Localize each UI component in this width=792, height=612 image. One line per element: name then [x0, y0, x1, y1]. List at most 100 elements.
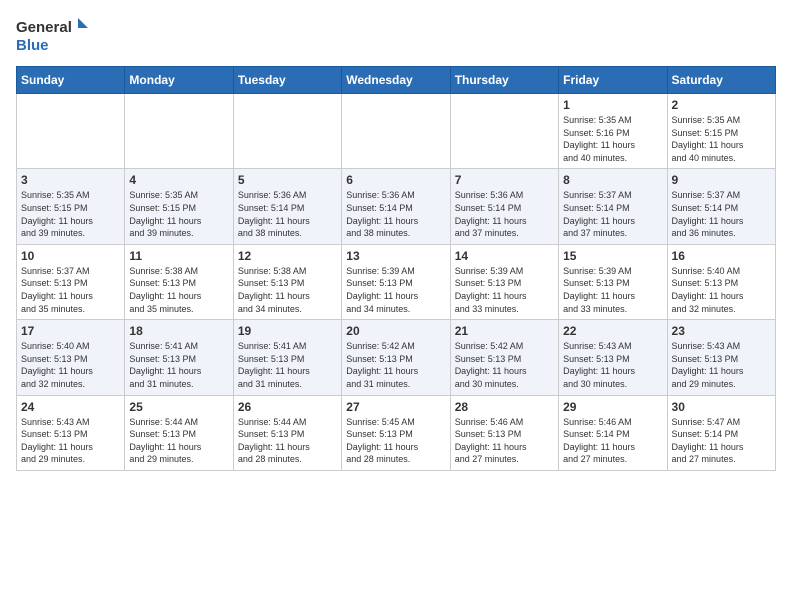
day-info: Sunrise: 5:44 AM Sunset: 5:13 PM Dayligh… — [129, 416, 228, 466]
day-number: 7 — [455, 173, 554, 187]
day-number: 10 — [21, 249, 120, 263]
day-info: Sunrise: 5:39 AM Sunset: 5:13 PM Dayligh… — [346, 265, 445, 315]
day-number: 23 — [672, 324, 771, 338]
day-number: 2 — [672, 98, 771, 112]
day-number: 11 — [129, 249, 228, 263]
day-number: 26 — [238, 400, 337, 414]
calendar-week-row: 17 Sunrise: 5:40 AM Sunset: 5:13 PM Dayli… — [17, 320, 776, 395]
day-number: 6 — [346, 173, 445, 187]
calendar-cell: 19 Sunrise: 5:41 AM Sunset: 5:13 PM Dayli… — [233, 320, 341, 395]
day-number: 22 — [563, 324, 662, 338]
calendar-cell: 26 Sunrise: 5:44 AM Sunset: 5:13 PM Dayli… — [233, 395, 341, 470]
calendar-cell: 14 Sunrise: 5:39 AM Sunset: 5:13 PM Dayli… — [450, 244, 558, 319]
day-number: 30 — [672, 400, 771, 414]
day-info: Sunrise: 5:38 AM Sunset: 5:13 PM Dayligh… — [238, 265, 337, 315]
calendar-cell: 30Sunrise: 5:47 AM Sunset: 5:14 PM Dayli… — [667, 395, 775, 470]
day-info: Sunrise: 5:40 AM Sunset: 5:13 PM Dayligh… — [672, 265, 771, 315]
weekday-header-tuesday: Tuesday — [233, 67, 341, 94]
day-info: Sunrise: 5:36 AM Sunset: 5:14 PM Dayligh… — [238, 189, 337, 239]
calendar-cell: 21Sunrise: 5:42 AM Sunset: 5:13 PM Dayli… — [450, 320, 558, 395]
day-info: Sunrise: 5:37 AM Sunset: 5:14 PM Dayligh… — [672, 189, 771, 239]
calendar-cell: 16 Sunrise: 5:40 AM Sunset: 5:13 PM Dayli… — [667, 244, 775, 319]
day-number: 28 — [455, 400, 554, 414]
calendar-cell: 25 Sunrise: 5:44 AM Sunset: 5:13 PM Dayli… — [125, 395, 233, 470]
day-info: Sunrise: 5:35 AM Sunset: 5:16 PM Dayligh… — [563, 114, 662, 164]
calendar-cell — [125, 94, 233, 169]
calendar-table: SundayMondayTuesdayWednesdayThursdayFrid… — [16, 66, 776, 471]
calendar-cell: 20 Sunrise: 5:42 AM Sunset: 5:13 PM Dayli… — [342, 320, 450, 395]
day-number: 19 — [238, 324, 337, 338]
calendar-cell: 11 Sunrise: 5:38 AM Sunset: 5:13 PM Dayli… — [125, 244, 233, 319]
day-number: 24 — [21, 400, 120, 414]
day-number: 27 — [346, 400, 445, 414]
day-info: Sunrise: 5:42 AM Sunset: 5:13 PM Dayligh… — [455, 340, 554, 390]
weekday-header-saturday: Saturday — [667, 67, 775, 94]
weekday-header-wednesday: Wednesday — [342, 67, 450, 94]
svg-text:Blue: Blue — [16, 37, 49, 54]
calendar-cell: 13 Sunrise: 5:39 AM Sunset: 5:13 PM Dayli… — [342, 244, 450, 319]
calendar-week-row: 10 Sunrise: 5:37 AM Sunset: 5:13 PM Dayli… — [17, 244, 776, 319]
day-info: Sunrise: 5:35 AM Sunset: 5:15 PM Dayligh… — [672, 114, 771, 164]
calendar-cell: 12 Sunrise: 5:38 AM Sunset: 5:13 PM Dayli… — [233, 244, 341, 319]
day-info: Sunrise: 5:42 AM Sunset: 5:13 PM Dayligh… — [346, 340, 445, 390]
day-number: 5 — [238, 173, 337, 187]
calendar-cell: 17 Sunrise: 5:40 AM Sunset: 5:13 PM Dayli… — [17, 320, 125, 395]
calendar-cell: 24 Sunrise: 5:43 AM Sunset: 5:13 PM Dayli… — [17, 395, 125, 470]
calendar-cell — [342, 94, 450, 169]
calendar-week-row: 24 Sunrise: 5:43 AM Sunset: 5:13 PM Dayli… — [17, 395, 776, 470]
day-number: 13 — [346, 249, 445, 263]
day-info: Sunrise: 5:35 AM Sunset: 5:15 PM Dayligh… — [129, 189, 228, 239]
weekday-header-friday: Friday — [559, 67, 667, 94]
day-number: 8 — [563, 173, 662, 187]
calendar-cell: 15Sunrise: 5:39 AM Sunset: 5:13 PM Dayli… — [559, 244, 667, 319]
calendar-cell: 7 Sunrise: 5:36 AM Sunset: 5:14 PM Daylig… — [450, 169, 558, 244]
calendar-cell — [17, 94, 125, 169]
calendar-cell: 27Sunrise: 5:45 AM Sunset: 5:13 PM Dayli… — [342, 395, 450, 470]
calendar-cell: 23 Sunrise: 5:43 AM Sunset: 5:13 PM Dayli… — [667, 320, 775, 395]
calendar-cell: 10 Sunrise: 5:37 AM Sunset: 5:13 PM Dayli… — [17, 244, 125, 319]
day-number: 25 — [129, 400, 228, 414]
day-info: Sunrise: 5:43 AM Sunset: 5:13 PM Dayligh… — [563, 340, 662, 390]
day-info: Sunrise: 5:37 AM Sunset: 5:14 PM Dayligh… — [563, 189, 662, 239]
day-info: Sunrise: 5:40 AM Sunset: 5:13 PM Dayligh… — [21, 340, 120, 390]
calendar-cell: 4 Sunrise: 5:35 AM Sunset: 5:15 PM Daylig… — [125, 169, 233, 244]
calendar-cell: 1 Sunrise: 5:35 AM Sunset: 5:16 PM Daylig… — [559, 94, 667, 169]
day-info: Sunrise: 5:46 AM Sunset: 5:13 PM Dayligh… — [455, 416, 554, 466]
day-number: 1 — [563, 98, 662, 112]
day-info: Sunrise: 5:41 AM Sunset: 5:13 PM Dayligh… — [129, 340, 228, 390]
day-number: 15 — [563, 249, 662, 263]
logo: General Blue — [16, 16, 96, 58]
calendar-cell: 5 Sunrise: 5:36 AM Sunset: 5:14 PM Daylig… — [233, 169, 341, 244]
calendar-cell: 18 Sunrise: 5:41 AM Sunset: 5:13 PM Dayli… — [125, 320, 233, 395]
day-number: 16 — [672, 249, 771, 263]
calendar-week-row: 3 Sunrise: 5:35 AM Sunset: 5:15 PM Daylig… — [17, 169, 776, 244]
calendar-cell: 3Sunrise: 5:35 AM Sunset: 5:15 PM Daylig… — [17, 169, 125, 244]
calendar-cell: 8 Sunrise: 5:37 AM Sunset: 5:14 PM Daylig… — [559, 169, 667, 244]
day-number: 9 — [672, 173, 771, 187]
day-number: 20 — [346, 324, 445, 338]
day-number: 3 — [21, 173, 120, 187]
day-number: 12 — [238, 249, 337, 263]
day-info: Sunrise: 5:41 AM Sunset: 5:13 PM Dayligh… — [238, 340, 337, 390]
day-number: 14 — [455, 249, 554, 263]
day-info: Sunrise: 5:38 AM Sunset: 5:13 PM Dayligh… — [129, 265, 228, 315]
day-number: 18 — [129, 324, 228, 338]
day-info: Sunrise: 5:39 AM Sunset: 5:13 PM Dayligh… — [455, 265, 554, 315]
day-info: Sunrise: 5:44 AM Sunset: 5:13 PM Dayligh… — [238, 416, 337, 466]
weekday-header-row: SundayMondayTuesdayWednesdayThursdayFrid… — [17, 67, 776, 94]
calendar-cell — [450, 94, 558, 169]
day-info: Sunrise: 5:37 AM Sunset: 5:13 PM Dayligh… — [21, 265, 120, 315]
logo-svg: General Blue — [16, 16, 96, 58]
calendar-week-row: 1 Sunrise: 5:35 AM Sunset: 5:16 PM Daylig… — [17, 94, 776, 169]
day-info: Sunrise: 5:46 AM Sunset: 5:14 PM Dayligh… — [563, 416, 662, 466]
calendar-cell: 29Sunrise: 5:46 AM Sunset: 5:14 PM Dayli… — [559, 395, 667, 470]
calendar-cell: 9 Sunrise: 5:37 AM Sunset: 5:14 PM Daylig… — [667, 169, 775, 244]
calendar-cell: 2 Sunrise: 5:35 AM Sunset: 5:15 PM Daylig… — [667, 94, 775, 169]
day-info: Sunrise: 5:36 AM Sunset: 5:14 PM Dayligh… — [346, 189, 445, 239]
calendar-cell: 22 Sunrise: 5:43 AM Sunset: 5:13 PM Dayli… — [559, 320, 667, 395]
day-number: 4 — [129, 173, 228, 187]
day-info: Sunrise: 5:43 AM Sunset: 5:13 PM Dayligh… — [21, 416, 120, 466]
day-info: Sunrise: 5:43 AM Sunset: 5:13 PM Dayligh… — [672, 340, 771, 390]
day-number: 17 — [21, 324, 120, 338]
day-info: Sunrise: 5:36 AM Sunset: 5:14 PM Dayligh… — [455, 189, 554, 239]
